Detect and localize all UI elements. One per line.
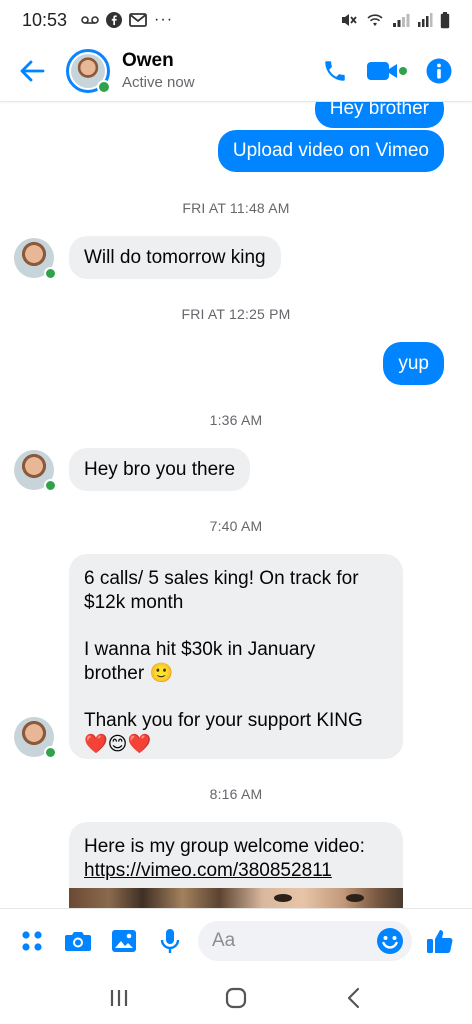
- like-button[interactable]: [420, 921, 460, 961]
- timestamp: FRI AT 11:48 AM: [182, 200, 290, 216]
- timestamp: FRI AT 12:25 PM: [181, 306, 291, 322]
- timestamp: 7:40 AM: [209, 518, 263, 534]
- sender-avatar[interactable]: [14, 450, 57, 492]
- message-bubble-incoming[interactable]: Hey bro you there: [69, 448, 251, 491]
- timestamp: 1:36 AM: [209, 412, 263, 428]
- smiley-icon: [377, 927, 403, 954]
- gallery-button[interactable]: [104, 921, 144, 961]
- message-bubble-outgoing[interactable]: Hey brother: [314, 102, 444, 128]
- status-bar: 10:53 ···: [0, 0, 472, 40]
- message-text-line: Thank you for your support KING: [84, 710, 363, 731]
- more-notifications-icon: ···: [154, 11, 174, 28]
- sender-avatar[interactable]: [14, 717, 57, 759]
- message-text-line: brother 🙂: [84, 663, 174, 684]
- home-button[interactable]: [208, 976, 264, 1020]
- status-time: 10:53: [22, 9, 68, 30]
- image-icon: [112, 929, 136, 952]
- wifi-icon: [365, 12, 385, 28]
- message-text: Upload video on Vimeo: [232, 140, 429, 161]
- message-text-line: I wanna hit $30k in January: [84, 639, 316, 660]
- message-input-container[interactable]: [198, 920, 412, 961]
- video-call-button[interactable]: [366, 60, 408, 82]
- message-text: Hey brother: [329, 102, 429, 119]
- battery-icon: [440, 11, 450, 29]
- emoji-line: ❤️😊❤️: [84, 734, 152, 755]
- signal-icon: [392, 12, 410, 28]
- recent-apps-icon: [110, 990, 127, 1006]
- online-indicator: [44, 479, 57, 492]
- more-actions-button[interactable]: [12, 921, 52, 961]
- home-icon: [225, 987, 247, 1009]
- conversation-header: Owen Active now: [0, 40, 472, 102]
- system-navigation-bar: [0, 972, 472, 1024]
- message-text-line: 6 calls/ 5 sales king! On track for: [84, 568, 359, 589]
- voicemail-icon: [81, 14, 99, 26]
- thumbs-up-icon: [427, 929, 453, 953]
- gmail-icon: [129, 13, 147, 27]
- message-text: yup: [398, 352, 429, 374]
- back-button[interactable]: [4, 43, 60, 99]
- online-indicator: [44, 267, 57, 280]
- microphone-icon: [160, 928, 180, 953]
- contact-info[interactable]: Owen Active now: [122, 50, 195, 91]
- message-input[interactable]: [212, 929, 376, 952]
- recent-apps-button[interactable]: [91, 976, 147, 1020]
- message-bubble-incoming[interactable]: Will do tomorrow king: [69, 236, 281, 279]
- camera-button[interactable]: [58, 921, 98, 961]
- facebook-icon: [106, 12, 123, 28]
- video-link-preview-thumbnail[interactable]: [69, 888, 403, 908]
- mute-icon: [340, 12, 358, 28]
- message-thread[interactable]: Hey brother Upload video on Vimeo FRI AT…: [0, 102, 472, 908]
- vimeo-link[interactable]: https://vimeo.com/380852811: [84, 859, 388, 883]
- voice-message-button[interactable]: [150, 921, 190, 961]
- video-camera-icon: [367, 61, 407, 80]
- message-text: Hey bro you there: [84, 458, 236, 480]
- four-dots-icon: [22, 930, 42, 951]
- back-nav-button[interactable]: [325, 976, 381, 1020]
- online-indicator: [44, 746, 57, 759]
- message-bubble-incoming[interactable]: 6 calls/ 5 sales king! On track for $12k…: [69, 554, 403, 759]
- message-text-line: $12k month: [84, 592, 184, 613]
- emoji-button[interactable]: [376, 927, 404, 955]
- phone-icon: [325, 60, 345, 81]
- contact-status: Active now: [122, 74, 195, 91]
- message-text-line: Here is my group welcome video:: [84, 836, 365, 857]
- timestamp: 8:16 AM: [209, 786, 263, 802]
- camera-icon: [65, 931, 91, 951]
- message-text: Will do tomorrow king: [84, 246, 266, 268]
- online-indicator: [97, 79, 111, 94]
- back-arrow-icon: [20, 60, 45, 81]
- chevron-left-icon: [348, 987, 360, 1009]
- info-icon: [426, 58, 452, 83]
- contact-name: Owen: [122, 50, 174, 71]
- contact-avatar[interactable]: [66, 48, 111, 94]
- sender-avatar[interactable]: [14, 238, 57, 280]
- signal-icon-2: [417, 12, 433, 28]
- message-bubble-outgoing[interactable]: Upload video on Vimeo: [217, 130, 444, 172]
- voice-call-button[interactable]: [322, 58, 348, 84]
- message-composer: [0, 908, 472, 972]
- info-button[interactable]: [426, 58, 452, 84]
- message-bubble-outgoing[interactable]: yup: [383, 342, 444, 385]
